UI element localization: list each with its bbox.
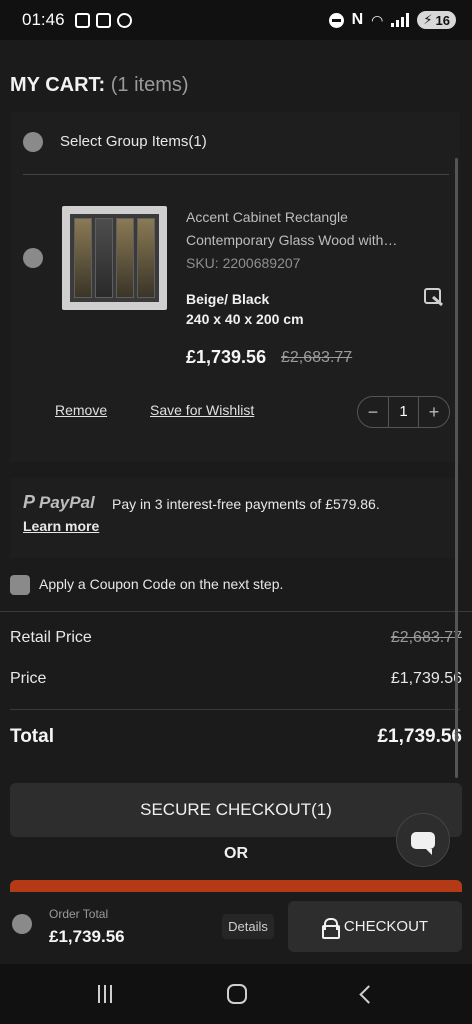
select-group-label[interactable]: Select Group Items(1) xyxy=(60,133,207,150)
remove-link[interactable]: Remove xyxy=(55,402,107,418)
nfc-icon: N xyxy=(351,11,364,28)
wifi-icon: ◠ xyxy=(371,11,384,28)
app-notification-icon xyxy=(95,12,111,28)
paypal-logo: P PayPal xyxy=(23,492,95,513)
status-system-icons: N ◠ ⚡ 16 xyxy=(328,11,456,29)
lock-icon xyxy=(321,918,340,939)
select-item-radio[interactable] xyxy=(23,248,43,268)
product-color: Beige/ Black xyxy=(186,291,270,307)
paypal-text: Pay in 3 interest-free payments of £579.… xyxy=(112,496,380,512)
select-group-radio[interactable] xyxy=(23,132,43,152)
product-old-price: £2,683.77 xyxy=(281,349,353,366)
product-name[interactable]: Accent Cabinet Rectangle Contemporary Gl… xyxy=(186,206,431,252)
order-total-value: £1,739.56 xyxy=(49,927,125,946)
divider xyxy=(0,611,472,612)
alternative-checkout-button[interactable] xyxy=(10,880,462,892)
media-icon xyxy=(116,12,132,28)
edit-icon[interactable] xyxy=(424,288,444,306)
cart-title-label: MY CART: xyxy=(10,74,106,96)
product-price: £1,739.56 xyxy=(186,347,267,367)
save-for-wishlist-link[interactable]: Save for Wishlist xyxy=(150,402,254,418)
product-dimensions: 240 x 40 x 200 cm xyxy=(186,311,304,327)
recent-apps-icon[interactable] xyxy=(97,985,112,1003)
paypal-learn-more-link[interactable]: Learn more xyxy=(23,518,99,534)
paypal-icon: P xyxy=(23,492,36,512)
signal-icon xyxy=(391,13,410,27)
paypal-message: P PayPal Pay in 3 interest-free payments… xyxy=(10,478,460,558)
status-time: 01:46 xyxy=(22,10,65,29)
price-label: Price xyxy=(10,670,47,687)
order-total-bar: Order Total £1,739.56 Details CHECKOUT xyxy=(0,892,472,964)
battery-level: 16 xyxy=(435,12,450,28)
product-variant: Beige/ Black 240 x 40 x 200 cm xyxy=(186,289,304,329)
cart-item-card: Select Group Items(1) Accent Cabinet Rec… xyxy=(10,112,460,462)
details-button[interactable]: Details xyxy=(222,914,274,939)
do-not-disturb-icon xyxy=(328,12,344,28)
scrollbar[interactable] xyxy=(455,158,458,778)
price-value: £1,739.56 xyxy=(390,670,462,687)
divider xyxy=(23,174,449,175)
chat-button[interactable] xyxy=(396,813,450,867)
cart-item-count: (1 items) xyxy=(110,74,189,96)
secure-checkout-button[interactable]: SECURE CHECKOUT(1) xyxy=(10,783,462,837)
coupon-label[interactable]: Apply a Coupon Code on the next step. xyxy=(39,576,283,592)
product-sku: SKU: 2200689207 xyxy=(186,255,301,271)
quantity-value[interactable]: 1 xyxy=(388,397,419,427)
system-navigation-bar xyxy=(0,964,472,1024)
battery-indicator: ⚡ 16 xyxy=(417,11,456,29)
divider xyxy=(10,709,460,710)
select-all-radio[interactable] xyxy=(12,914,32,934)
status-notification-icons xyxy=(74,12,132,28)
product-image[interactable] xyxy=(62,206,167,310)
screenshot-icon xyxy=(74,12,90,28)
retail-price-value: £2,683.77 xyxy=(390,629,462,646)
status-bar: 01:46 N ◠ ⚡ 16 xyxy=(0,0,472,40)
paypal-wordmark: PayPal xyxy=(39,492,95,512)
cabinet-illustration xyxy=(70,214,159,302)
page-title: MY CART: (1 items) xyxy=(10,74,189,97)
quantity-increase-button[interactable]: + xyxy=(419,402,449,423)
checkout-label: CHECKOUT xyxy=(343,918,429,935)
checkout-button[interactable]: CHECKOUT xyxy=(288,901,462,952)
back-icon[interactable] xyxy=(358,984,378,1004)
total-value: £1,739.56 xyxy=(377,726,462,747)
order-total-label: Order Total xyxy=(49,907,109,921)
quantity-decrease-button[interactable]: − xyxy=(358,402,388,423)
retail-price-label: Retail Price xyxy=(10,629,92,646)
chat-icon xyxy=(411,831,435,855)
quantity-stepper: − 1 + xyxy=(357,396,450,428)
total-label: Total xyxy=(10,726,54,747)
coupon-checkbox[interactable] xyxy=(10,575,30,595)
home-icon[interactable] xyxy=(226,984,247,1004)
battery-icon: ⚡ xyxy=(423,12,433,27)
